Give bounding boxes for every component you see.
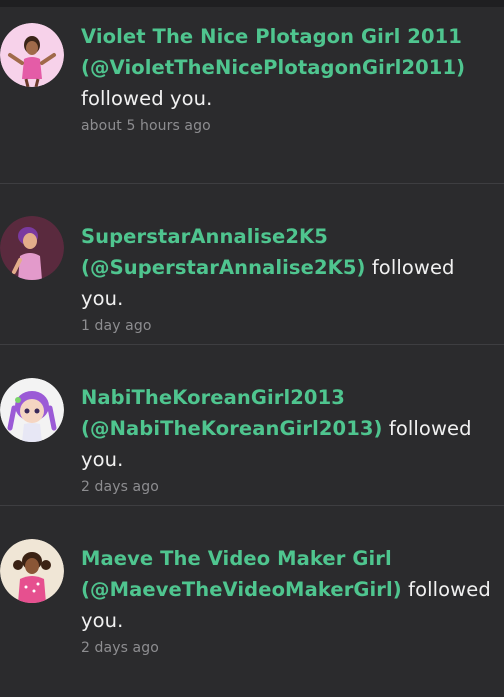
- notification-timestamp: 2 days ago: [81, 479, 159, 495]
- avatar-violet-icon[interactable]: [0, 23, 64, 87]
- notification-text: NabiTheKoreanGirl2013 (@NabiTheKoreanGir…: [81, 382, 501, 499]
- notification-item[interactable]: NabiTheKoreanGirl2013 (@NabiTheKoreanGir…: [0, 345, 504, 506]
- user-display-name[interactable]: Violet The Nice Plotagon Girl 2011: [81, 25, 462, 48]
- avatar-nabi-icon[interactable]: [0, 378, 64, 442]
- avatar-annalise-icon[interactable]: [0, 216, 64, 280]
- notification-action: followed you.: [81, 87, 213, 110]
- notification-item[interactable]: Maeve The Video Maker Girl (@MaeveTheVid…: [0, 506, 504, 697]
- user-handle[interactable]: (@NabiTheKoreanGirl2013): [81, 417, 383, 440]
- user-display-name[interactable]: NabiTheKoreanGirl2013: [81, 386, 345, 409]
- notification-text: Maeve The Video Maker Girl (@MaeveTheVid…: [81, 543, 501, 660]
- user-handle[interactable]: (@VioletTheNicePlotagonGirl2011): [81, 56, 465, 79]
- notification-item[interactable]: Violet The Nice Plotagon Girl 2011 (@Vio…: [0, 7, 504, 184]
- user-handle[interactable]: (@SuperstarAnnalise2K5): [81, 256, 366, 279]
- notification-timestamp: 1 day ago: [81, 318, 152, 334]
- notification-text: SuperstarAnnalise2K5 (@SuperstarAnnalise…: [81, 221, 501, 338]
- top-edge-bar: [0, 0, 504, 7]
- notification-text: Violet The Nice Plotagon Girl 2011 (@Vio…: [81, 21, 501, 138]
- user-display-name[interactable]: Maeve The Video Maker Girl: [81, 547, 392, 570]
- notification-timestamp: 2 days ago: [81, 640, 159, 656]
- avatar-maeve-icon[interactable]: [0, 539, 64, 603]
- user-handle[interactable]: (@MaeveTheVideoMakerGirl): [81, 578, 402, 601]
- notification-timestamp: about 5 hours ago: [81, 118, 211, 134]
- notification-item[interactable]: SuperstarAnnalise2K5 (@SuperstarAnnalise…: [0, 184, 504, 345]
- user-display-name[interactable]: SuperstarAnnalise2K5: [81, 225, 328, 248]
